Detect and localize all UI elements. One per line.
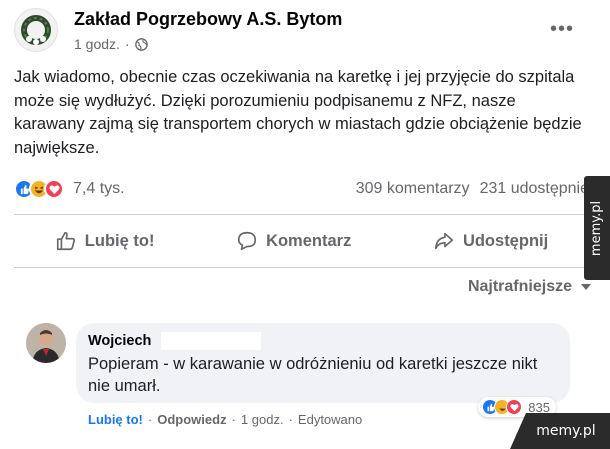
commenter-avatar[interactable] (26, 323, 66, 363)
comment-button[interactable]: Komentarz (236, 230, 351, 252)
reaction-count[interactable]: 7,4 tys. (73, 180, 125, 198)
divider (14, 267, 589, 268)
sort-label: Najtrafniejsze (467, 278, 572, 295)
comment-icon (237, 231, 257, 251)
share-count[interactable]: 231 udostępnie (480, 180, 589, 198)
post-meta: 1 godz. · (74, 36, 148, 52)
comment-reaction-count: 835 (528, 399, 550, 415)
love-reaction-icon (44, 179, 64, 199)
comment-like-link[interactable]: Lubię to! (88, 412, 143, 427)
share-label: Udostępnij (462, 231, 549, 250)
thumbs-up-icon (56, 231, 75, 251)
comment-reply-link[interactable]: Odpowiedz (157, 412, 226, 427)
comment-text: Popieram - w karawanie w odróżnieniu od … (88, 355, 538, 395)
post-actions: Lubię to! Komentarz Udostępnij (14, 218, 589, 264)
comment-label: Komentarz (266, 231, 352, 250)
comment-time[interactable]: 1 godz. (241, 412, 284, 427)
bottom-watermark: memy.pl (510, 413, 610, 449)
side-watermark: memy.pl (584, 176, 610, 280)
love-reaction-icon (506, 399, 523, 415)
divider (14, 214, 589, 215)
side-watermark-text: memy.pl (589, 200, 605, 256)
like-label: Lubię to! (84, 231, 155, 250)
page-avatar[interactable] (14, 8, 58, 52)
wreath-icon (21, 15, 51, 45)
comment-actions: Lubię to! · Odpowiedz · 1 godz. · Edytow… (88, 412, 362, 427)
comment-author-row: Wojciech (88, 332, 558, 350)
post-text: Jak wiadomo, obecnie czas oczekiwania na… (14, 68, 582, 157)
comment-bubble: Wojciech Popieram - w karawanie w odróżn… (76, 323, 570, 417)
more-options-icon[interactable]: ••• (550, 18, 574, 41)
reactions-bar: 7,4 tys. 309 komentarzy 231 udostępnie (14, 174, 589, 204)
share-arrow-icon (434, 232, 454, 250)
meta-separator: · (124, 36, 130, 52)
sep: · (288, 412, 293, 427)
sep: · (231, 412, 236, 427)
post-time[interactable]: 1 godz. (74, 36, 120, 52)
share-button[interactable]: Udostępnij (433, 230, 548, 252)
comment-count[interactable]: 309 komentarzy (356, 180, 470, 198)
person-photo-icon (26, 323, 66, 363)
globe-icon (134, 37, 148, 51)
like-button[interactable]: Lubię to! (55, 230, 155, 252)
reaction-icons[interactable] (14, 179, 64, 199)
bottom-watermark-text: memy.pl (536, 423, 596, 439)
sep: · (147, 412, 153, 427)
comment-edited[interactable]: Edytowano (298, 412, 362, 427)
page-name[interactable]: Zakład Pogrzebowy A.S. Bytom (74, 9, 342, 30)
caret-down-icon (581, 284, 591, 290)
comment-author[interactable]: Wojciech (88, 333, 151, 349)
comment-sort-dropdown[interactable]: Najtrafniejsze (468, 278, 592, 296)
engagement-counts: 309 komentarzy 231 udostępnie (356, 180, 589, 198)
redacted-surname (161, 332, 262, 350)
post-header: Zakład Pogrzebowy A.S. Bytom 1 godz. · •… (14, 8, 574, 58)
